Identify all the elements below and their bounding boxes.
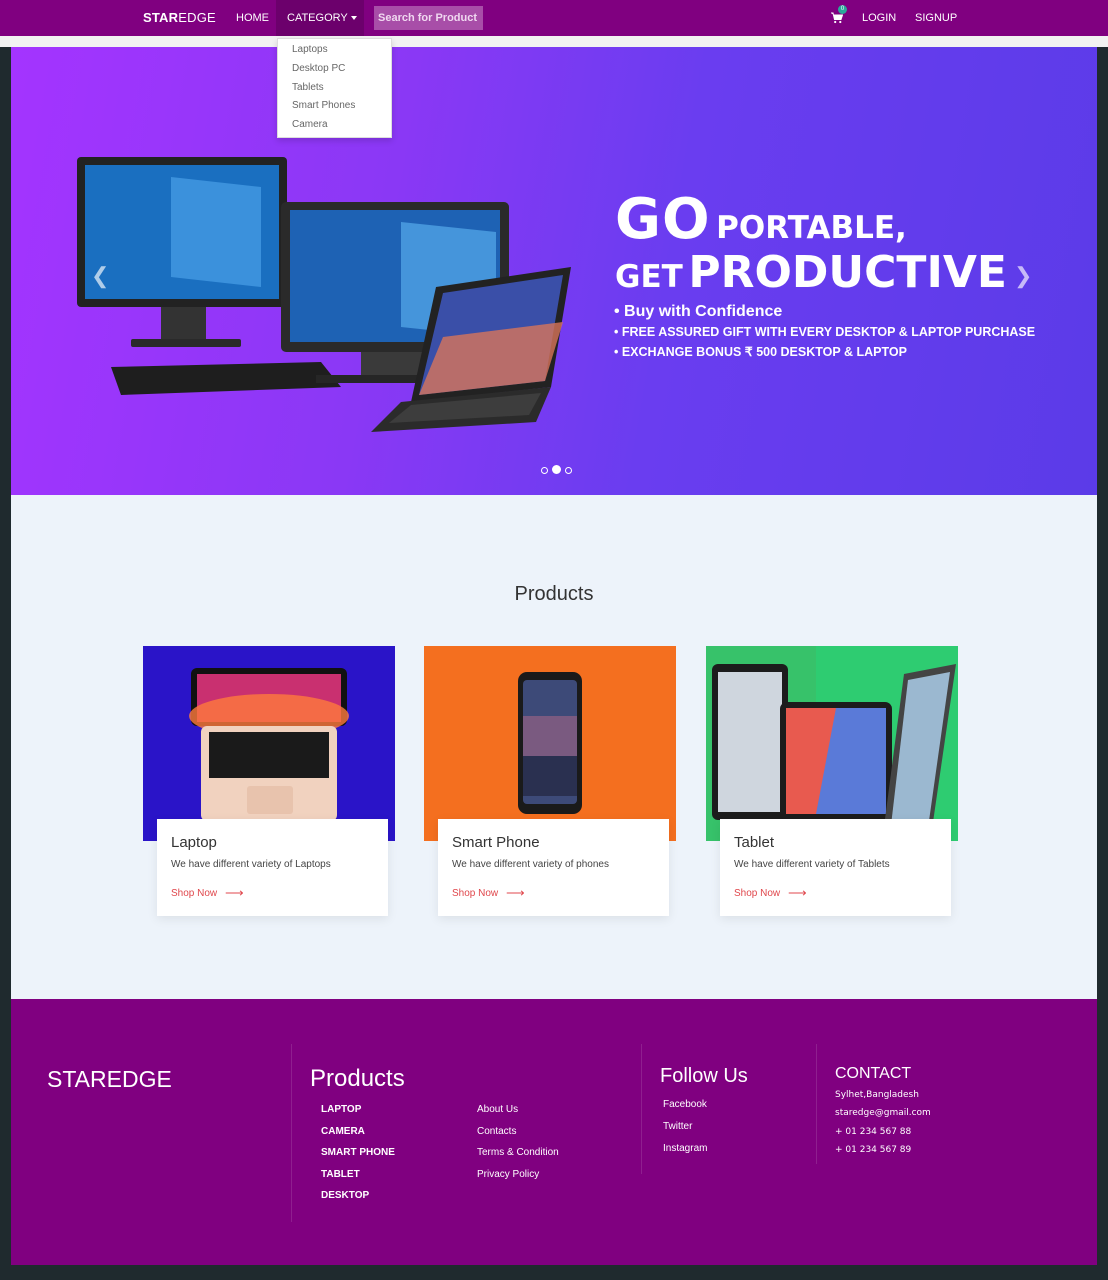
- footer-contact-phone: + 01 234 567 89: [835, 1145, 912, 1155]
- dropdown-item-tablets[interactable]: Tablets: [292, 82, 324, 93]
- footer-info-link[interactable]: Privacy Policy: [477, 1169, 539, 1180]
- footer-divider: [291, 1044, 292, 1222]
- hero-bullet: • FREE ASSURED GIFT WITH EVERY DESKTOP &…: [614, 325, 1036, 339]
- nav-signup-link[interactable]: SIGNUP: [915, 12, 957, 24]
- footer-product-link[interactable]: SMART PHONE: [321, 1147, 395, 1158]
- nav-category-label: CATEGORY: [287, 12, 348, 24]
- category-dropdown-menu: Laptops Desktop PC Tablets Smart Phones …: [277, 38, 392, 138]
- product-card-laptop: Laptop We have different variety of Lapt…: [157, 819, 388, 916]
- card-title: Tablet: [734, 834, 775, 851]
- footer-products-heading: Products: [310, 1065, 405, 1092]
- dropdown-item-camera[interactable]: Camera: [292, 119, 328, 130]
- card-description: We have different variety of Laptops: [171, 859, 331, 870]
- dropdown-item-laptops[interactable]: Laptops: [292, 44, 328, 55]
- carousel-dot[interactable]: [565, 467, 572, 474]
- shop-now-link[interactable]: Shop Now: [734, 888, 780, 899]
- laptop-card-image[interactable]: [143, 646, 395, 841]
- footer-info-link[interactable]: Terms & Condition: [477, 1147, 559, 1158]
- footer-contact-email: staredge@gmail.com: [835, 1108, 931, 1118]
- caret-down-icon: [350, 16, 357, 21]
- footer-info-link[interactable]: About Us: [477, 1104, 518, 1115]
- card-description: We have different variety of Tablets: [734, 859, 890, 870]
- hero-devices-illustration: [77, 157, 571, 432]
- hero-headline-line1: GO PORTABLE,: [615, 187, 907, 252]
- carousel-dot-active[interactable]: [552, 465, 561, 474]
- carousel-prev-icon[interactable]: ❮: [91, 263, 109, 289]
- tablet-image: [706, 646, 956, 841]
- card-title: Laptop: [171, 834, 217, 851]
- dropdown-item-smart-phones[interactable]: Smart Phones: [292, 100, 355, 111]
- products-section: Products Laptop We have different variet…: [11, 495, 1097, 999]
- top-spacer: [0, 36, 1108, 47]
- footer-divider: [641, 1044, 642, 1174]
- search-input[interactable]: [374, 6, 483, 30]
- card-title: Smart Phone: [452, 834, 540, 851]
- hero-bullet: • Buy with Confidence: [614, 303, 783, 320]
- shop-now-link[interactable]: Shop Now: [171, 888, 217, 899]
- products-heading: Products: [514, 583, 594, 605]
- nav-home-link[interactable]: HOME: [236, 12, 269, 24]
- tablet-card-image[interactable]: [706, 646, 958, 841]
- card-description: We have different variety of phones: [452, 859, 609, 870]
- hero-carousel: GO PORTABLE, GET PRODUCTIVE • Buy with C…: [11, 47, 1097, 495]
- footer-divider: [816, 1044, 817, 1164]
- hero-headline-line2: GET PRODUCTIVE: [615, 247, 1007, 298]
- brand-logo[interactable]: STAREDGE: [143, 10, 216, 25]
- shop-now-link[interactable]: Shop Now: [452, 888, 498, 899]
- phone-card-image[interactable]: [424, 646, 676, 841]
- footer-contact-heading: CONTACT: [835, 1065, 912, 1082]
- footer-twitter-link[interactable]: Twitter: [663, 1121, 692, 1132]
- product-card-smartphone: Smart Phone We have different variety of…: [438, 819, 669, 916]
- footer-brand: STAREDGE: [47, 1066, 172, 1092]
- footer-instagram-link[interactable]: Instagram: [663, 1143, 707, 1154]
- footer-info-link[interactable]: Contacts: [477, 1126, 516, 1137]
- arrow-right-icon[interactable]: ⟶: [506, 885, 525, 901]
- carousel-dot[interactable]: [541, 467, 548, 474]
- arrow-right-icon[interactable]: ⟶: [225, 885, 244, 901]
- footer-follow-heading: Follow Us: [660, 1065, 748, 1087]
- footer-contact-phone: + 01 234 567 88: [835, 1127, 912, 1137]
- dropdown-item-desktop-pc[interactable]: Desktop PC: [292, 63, 345, 74]
- nav-login-link[interactable]: LOGIN: [862, 12, 896, 24]
- footer-product-link[interactable]: CAMERA: [321, 1126, 365, 1137]
- top-navbar: STAREDGE HOME CATEGORY 0 LOGIN SIGNUP: [0, 0, 1108, 36]
- cart-count-badge: 0: [838, 5, 847, 14]
- carousel-indicators: [539, 461, 574, 479]
- footer-contact-address: Sylhet,Bangladesh: [835, 1090, 919, 1100]
- site-footer: STAREDGE Products LAPTOP CAMERA SMART PH…: [11, 999, 1097, 1265]
- product-card-tablet: Tablet We have different variety of Tabl…: [720, 819, 951, 916]
- laptop-image: [189, 668, 349, 821]
- smartphone-image: [518, 672, 582, 814]
- footer-product-link[interactable]: TABLET: [321, 1169, 360, 1180]
- carousel-next-icon[interactable]: ❯: [1014, 263, 1032, 289]
- hero-bullet: • EXCHANGE BONUS ₹ 500 DESKTOP & LAPTOP: [614, 345, 907, 359]
- nav-category-dropdown[interactable]: CATEGORY: [276, 0, 364, 36]
- arrow-right-icon[interactable]: ⟶: [788, 885, 807, 901]
- footer-facebook-link[interactable]: Facebook: [663, 1099, 707, 1110]
- footer-product-link[interactable]: DESKTOP: [321, 1190, 369, 1201]
- footer-product-link[interactable]: LAPTOP: [321, 1104, 361, 1115]
